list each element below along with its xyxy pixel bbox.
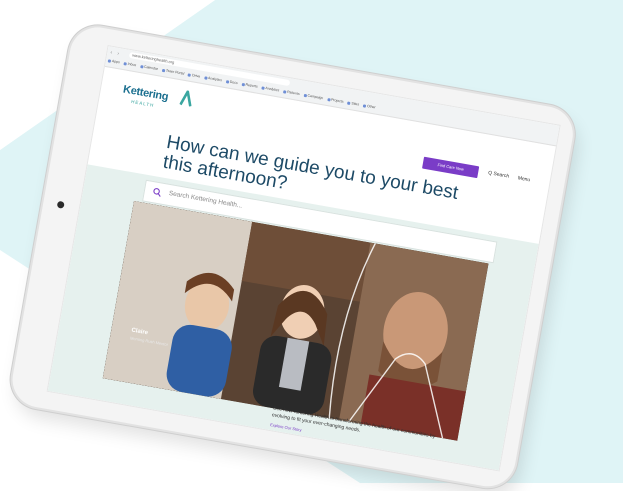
search-icon [153,188,161,197]
tablet-screen: ‹ › www.ketteringhealth.org Apps Inbox Cal… [46,45,561,472]
bookmark-item[interactable]: Inbox [123,60,137,69]
logo-wordmark: Kettering [122,83,170,104]
bookmark-item[interactable]: Campaign [303,92,324,102]
bookmark-item[interactable]: Drive [188,71,201,80]
back-icon[interactable]: ‹ [110,50,113,56]
bookmark-item[interactable]: Apps [107,57,121,66]
bookmark-item[interactable]: Other [362,102,376,111]
bookmark-item[interactable]: Calendar [139,63,159,73]
bookmark-item[interactable]: Team Portal [161,67,185,78]
logo-mark-icon [179,89,192,107]
site-logo[interactable]: Kettering HEALTH [121,80,192,111]
bookmark-item[interactable]: Reports [241,81,258,91]
bookmark-item[interactable]: Analytics [261,84,280,94]
bookmark-item[interactable]: Projects [326,96,344,106]
menu-button[interactable]: Menu [517,175,530,183]
bookmark-item[interactable]: Patients [283,88,301,98]
bookmark-item[interactable]: Sites [347,100,360,109]
forward-icon[interactable]: › [117,51,120,57]
bookmark-item[interactable]: Docs [225,78,238,87]
camera-icon [56,200,65,209]
find-care-button[interactable]: Find Care Now [422,156,480,179]
bookmark-item[interactable]: Analytics [203,74,222,84]
header-search-button[interactable]: Q Search [488,170,510,180]
